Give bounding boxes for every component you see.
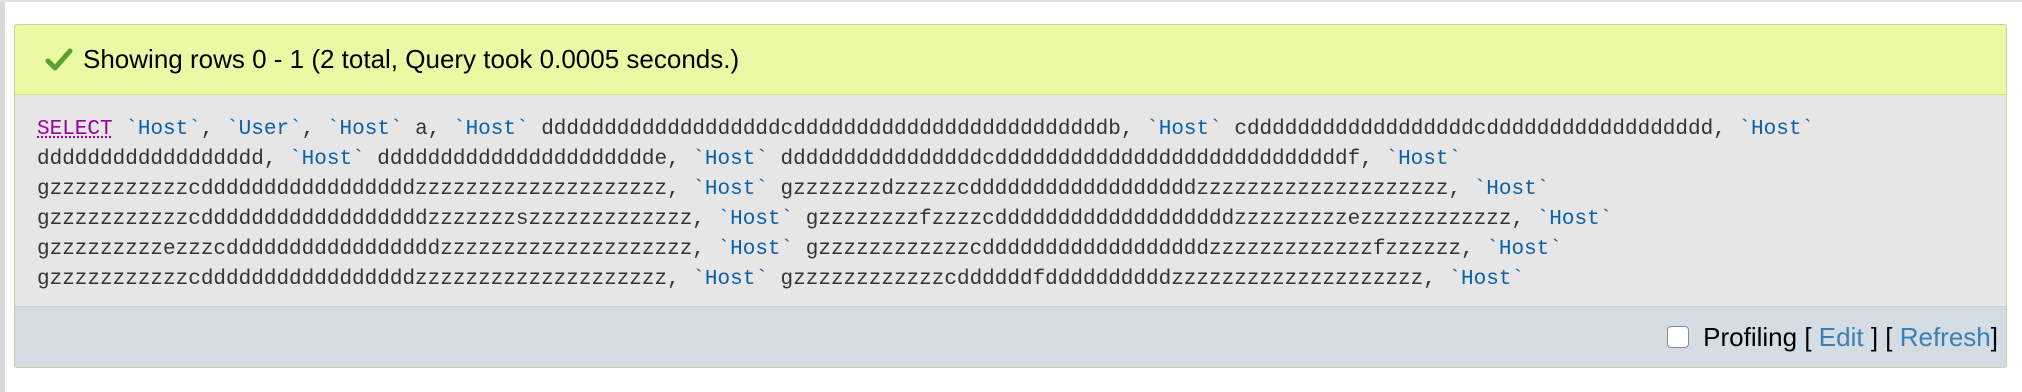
sql-identifier: `Host`	[1473, 178, 1550, 201]
sql-line: SELECT `Host`, `User`, `Host` a, `Host` …	[37, 118, 1815, 141]
sql-line: gzzzzzzzzzzzcdddddddddddddddddzzzzzzzzzz…	[37, 178, 1550, 201]
sql-identifier: `Host`	[326, 118, 403, 141]
sql-identifier: `User`	[226, 118, 302, 141]
sql-identifier: `Host`	[692, 268, 768, 291]
sql-identifier: `Host`	[452, 118, 529, 141]
sql-identifier: `Host`	[1448, 268, 1525, 291]
query-toolbar: Profiling [ Edit ] [ Refresh ]	[15, 306, 2006, 367]
success-text: Showing rows 0 - 1 (2 total, Query took …	[83, 44, 740, 74]
sql-identifier: `Host`	[1146, 118, 1222, 141]
sql-line: gzzzzzzzzzzzcdddddddddddddddddzzzzzzzzzz…	[37, 268, 1525, 291]
top-rule	[0, 0, 2022, 2]
sql-identifier: `Host`	[692, 178, 768, 201]
left-rule	[0, 0, 5, 392]
sql-identifier: `Host`	[692, 148, 768, 171]
sql-line: gzzzzzzzzzezzzcdddddddddddddddddzzzzzzzz…	[37, 238, 1562, 261]
success-message: Showing rows 0 - 1 (2 total, Query took …	[15, 25, 2006, 95]
bracket-close: ]	[1990, 321, 1998, 352]
bracket-open: [	[1804, 321, 1819, 352]
check-icon	[45, 46, 73, 74]
edit-link[interactable]: Edit	[1819, 322, 1864, 353]
profiling-checkbox[interactable]	[1667, 326, 1690, 348]
sql-identifier: `Host`	[289, 148, 365, 171]
sql-identifier: `Host`	[1738, 118, 1815, 141]
sql-identifier: `Host`	[1385, 148, 1462, 171]
sql-keyword-select[interactable]: SELECT	[37, 118, 113, 141]
sql-identifier: `Host`	[717, 238, 794, 261]
refresh-link[interactable]: Refresh	[1900, 322, 1991, 353]
bracket-mid: ] [	[1863, 321, 1900, 352]
sql-identifier: `Host`	[125, 118, 201, 141]
sql-query: SELECT `Host`, `User`, `Host` a, `Host` …	[15, 95, 2006, 305]
sql-identifier: `Host`	[1486, 238, 1562, 261]
results-panel: Showing rows 0 - 1 (2 total, Query took …	[14, 24, 2007, 368]
sql-identifier: `Host`	[1536, 208, 1613, 231]
sql-line: gzzzzzzzzzzzcddddddddddddddddddzzzzzzzsz…	[37, 208, 1613, 231]
sql-line: dddddddddddddddddd, `Host` ddddddddddddd…	[37, 148, 1462, 171]
sql-identifier: `Host`	[717, 208, 794, 231]
profiling-label: Profiling	[1703, 321, 1798, 352]
